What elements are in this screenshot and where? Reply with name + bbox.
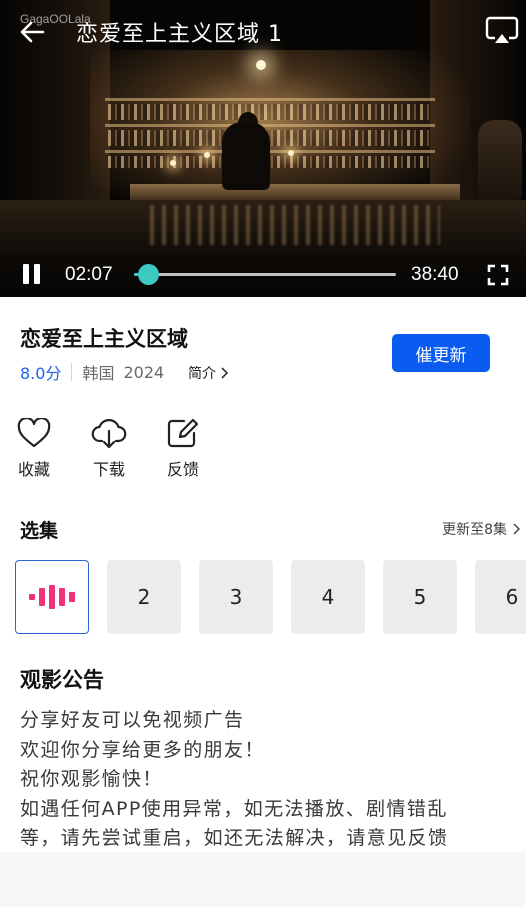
intro-label: 简介	[188, 366, 216, 382]
progress-thumb[interactable]	[138, 264, 160, 285]
back-arrow-icon	[20, 21, 45, 43]
back-button[interactable]	[16, 16, 48, 48]
episodes-heading: 选集	[20, 520, 59, 542]
video-title: 恋爱至上主义区域 1	[76, 22, 283, 47]
feedback-button[interactable]: 反馈	[158, 416, 208, 480]
episode-2-button[interactable]: 2	[107, 560, 181, 634]
fullscreen-button[interactable]	[487, 264, 509, 286]
pause-icon	[23, 264, 29, 284]
bottom-area	[0, 852, 526, 907]
notice-line: 欢迎你分享给更多的朋友！	[20, 738, 265, 761]
episodes-update-status: 更新至8集	[442, 522, 507, 538]
feedback-label: 反馈	[166, 460, 199, 479]
notice-line: 等，请先尝试重启，如还无法解决，请意见反馈	[20, 827, 449, 849]
show-meta: 8.0分 韩国 2024	[20, 361, 165, 384]
notice-body: 分享好友可以免视频广告 欢迎你分享给更多的朋友！ 祝你观影愉快！ 如遇任何APP…	[20, 706, 520, 854]
notice-line: 分享好友可以免视频广告	[20, 709, 245, 731]
action-row: 收藏 下载 反馈	[0, 416, 526, 486]
notice-title: 观影公告	[20, 668, 104, 692]
rating: 8.0分	[20, 364, 62, 383]
episode-5-button[interactable]: 5	[383, 560, 457, 634]
screen-cast-button[interactable]	[484, 14, 520, 48]
episodes-update-link[interactable]: 更新至8集	[442, 519, 520, 539]
episode-6-button[interactable]: 6	[475, 560, 526, 634]
progress-bar[interactable]	[134, 264, 396, 285]
video-player[interactable]: GagaOOLala 恋爱至上主义区域 1 02:07 38:40	[0, 0, 526, 297]
player-top-bar: GagaOOLala 恋爱至上主义区域 1	[0, 0, 526, 60]
year: 2024	[123, 362, 165, 382]
current-time: 02:07	[65, 264, 113, 285]
region: 韩国	[82, 364, 115, 383]
fullscreen-icon	[487, 264, 509, 286]
duration-time: 38:40	[411, 264, 459, 285]
chevron-right-icon	[513, 523, 520, 535]
divider	[71, 363, 73, 381]
cloud-download-icon	[91, 419, 127, 449]
favorite-label: 收藏	[17, 460, 50, 479]
intro-link[interactable]: 简介	[188, 363, 228, 383]
episode-1-button[interactable]	[15, 560, 89, 634]
player-controls: 02:07 38:40	[0, 250, 526, 297]
show-title: 恋爱至上主义区域	[20, 327, 188, 351]
favorite-button[interactable]: 收藏	[9, 416, 59, 480]
heart-icon	[17, 418, 51, 448]
edit-icon	[167, 418, 199, 448]
chevron-right-icon	[221, 367, 228, 379]
pause-button[interactable]	[20, 264, 44, 286]
now-playing-icon	[29, 585, 75, 609]
notice-line: 如遇任何APP使用异常，如无法播放、剧情错乱	[20, 797, 448, 820]
download-button[interactable]: 下载	[84, 416, 134, 480]
episode-4-button[interactable]: 4	[291, 560, 365, 634]
urge-update-button[interactable]: 催更新	[392, 334, 490, 372]
episode-list: 2 3 4 5 6	[0, 560, 526, 634]
episode-3-button[interactable]: 3	[199, 560, 273, 634]
screen-cast-icon	[485, 16, 519, 43]
download-label: 下载	[92, 460, 125, 479]
notice-line: 祝你观影愉快！	[20, 768, 163, 790]
